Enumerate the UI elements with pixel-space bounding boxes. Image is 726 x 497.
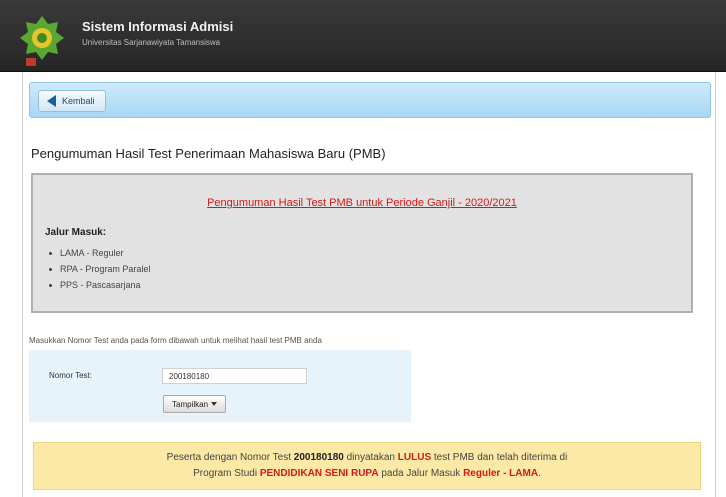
result-message: Peserta dengan Nomor Test 200180180 diny…: [33, 442, 701, 490]
form-instruction: Masukkan Nomor Test anda pada form dibaw…: [29, 336, 322, 345]
back-button-label: Kembali: [62, 96, 95, 106]
result-text: test PMB dan telah diterima di: [431, 452, 568, 463]
result-nomor: 200180180: [293, 452, 344, 463]
show-button[interactable]: Tampilkan: [163, 395, 227, 413]
result-prodi: PENDIDIKAN SENI RUPA: [259, 468, 379, 479]
result-text: .: [538, 468, 541, 479]
app-subtitle: Universitas Sarjanawiyata Tamansiswa: [82, 38, 221, 47]
search-form: Nomor Test: Tampilkan: [29, 350, 411, 422]
bullet-icon: [49, 251, 52, 255]
bullet-icon: [49, 267, 52, 271]
result-status: LULUS: [397, 452, 432, 463]
toolbar: Kembali: [29, 82, 711, 118]
show-button-label: Tampilkan: [172, 399, 209, 409]
jalur-list: LAMA - Reguler RPA - Program Paralel PPS…: [49, 245, 150, 293]
app-header: Sistem Informasi Admisi Universitas Sarj…: [0, 0, 726, 72]
arrow-left-icon: [47, 95, 56, 107]
result-text: dinyatakan: [343, 452, 398, 463]
back-button[interactable]: Kembali: [38, 90, 106, 112]
content-frame: Kembali Pengumuman Hasil Test Penerimaan…: [22, 72, 716, 497]
result-jalur: Reguler - LAMA: [463, 468, 539, 479]
period-announcement-link[interactable]: Pengumuman Hasil Test PMB untuk Periode …: [33, 197, 691, 209]
jalur-title: Jalur Masuk:: [45, 227, 107, 238]
result-text: pada Jalur Masuk: [378, 468, 464, 479]
nomor-test-label: Nomor Test:: [49, 371, 92, 380]
list-item: RPA - Program Paralel: [49, 261, 150, 277]
jalur-item-label: RPA - Program Paralel: [60, 264, 151, 274]
result-text: Program Studi: [193, 468, 260, 479]
jalur-item-label: PPS - Pascasarjana: [60, 280, 141, 290]
result-text: Peserta dengan Nomor Test: [166, 452, 294, 463]
page-title: Pengumuman Hasil Test Penerimaan Mahasis…: [31, 146, 386, 161]
jalur-item-label: LAMA - Reguler: [60, 248, 124, 258]
bullet-icon: [49, 283, 52, 287]
announcement-box: Pengumuman Hasil Test PMB untuk Periode …: [31, 173, 693, 313]
chevron-down-icon: [211, 402, 218, 406]
app-title: Sistem Informasi Admisi: [82, 19, 234, 34]
list-item: LAMA - Reguler: [49, 245, 150, 261]
nomor-test-input[interactable]: [162, 368, 307, 384]
list-item: PPS - Pascasarjana: [49, 277, 150, 293]
university-logo-icon: [20, 16, 64, 66]
